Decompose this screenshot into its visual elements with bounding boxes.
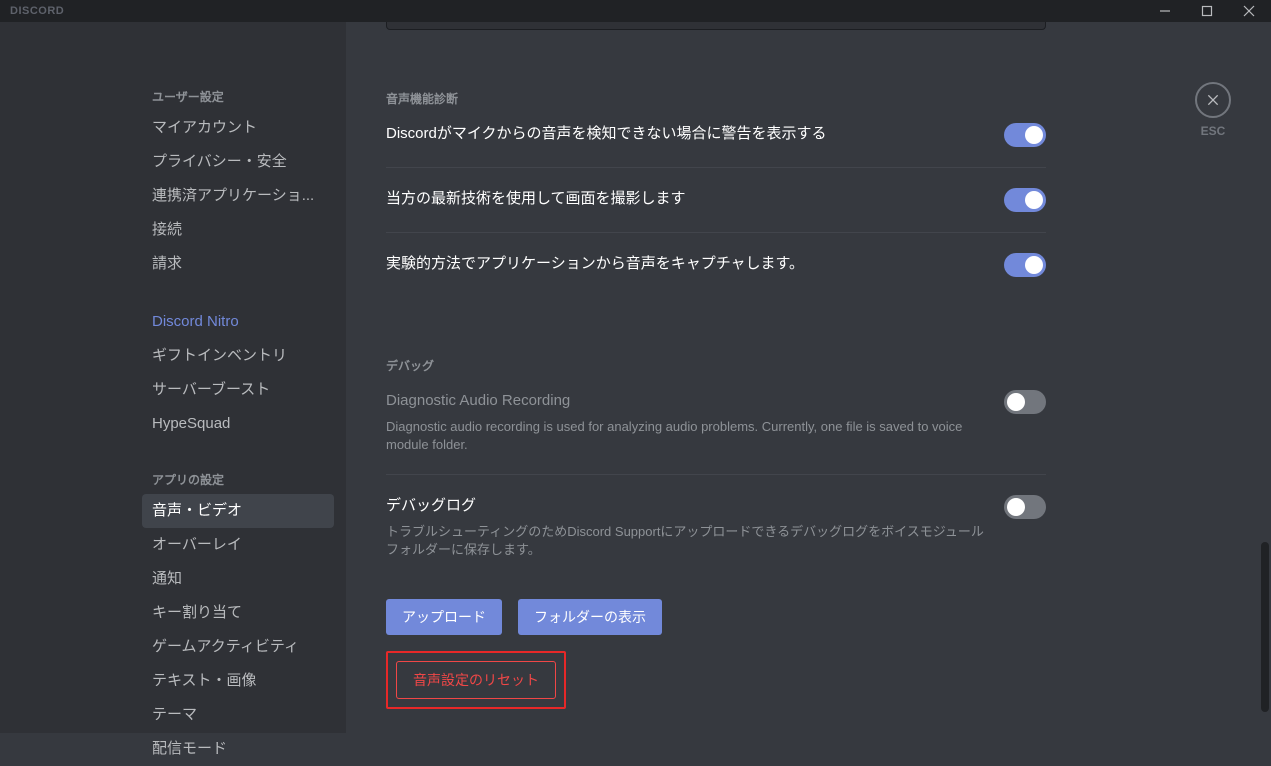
setting-title: Discordがマイクからの音声を検知できない場合に警告を表示する bbox=[386, 123, 984, 145]
setting-row-diagnostic-recording: Diagnostic Audio Recording Diagnostic au… bbox=[386, 390, 1046, 475]
partial-setting-box bbox=[386, 22, 1046, 30]
setting-row-experimental-audio: 実験的方法でアプリケーションから音声をキャプチャします。 bbox=[386, 253, 1046, 297]
sidebar-header-app: アプリの設定 bbox=[142, 465, 334, 494]
sidebar-item[interactable]: プライバシー・安全 bbox=[142, 145, 334, 179]
sidebar-item[interactable]: ギフトインベントリ bbox=[142, 339, 334, 373]
setting-description: トラブルシューティングのためDiscord Supportにアップロードできるデ… bbox=[386, 523, 984, 559]
window-titlebar: DISCORD bbox=[0, 0, 1271, 22]
sidebar-item[interactable]: テキスト・画像 bbox=[142, 664, 334, 698]
app-brand: DISCORD bbox=[10, 5, 64, 17]
setting-title: 当方の最新技術を使用して画面を撮影します bbox=[386, 188, 984, 210]
close-button[interactable] bbox=[1195, 82, 1231, 118]
sidebar-item[interactable]: マイアカウント bbox=[142, 111, 334, 145]
close-settings: ESC bbox=[1195, 82, 1231, 138]
setting-description: Diagnostic audio recording is used for a… bbox=[386, 418, 984, 454]
setting-row-mic-warning: Discordがマイクからの音声を検知できない場合に警告を表示する bbox=[386, 123, 1046, 168]
sidebar-item[interactable]: ゲームアクティビティ bbox=[142, 630, 334, 664]
reset-voice-settings-button[interactable]: 音声設定のリセット bbox=[396, 661, 556, 699]
sidebar-item[interactable]: 請求 bbox=[142, 247, 334, 281]
sidebar-item-nitro[interactable]: Discord Nitro bbox=[142, 305, 334, 339]
sidebar-item[interactable]: キー割り当て bbox=[142, 596, 334, 630]
section-header-diagnostics: 音声機能診断 bbox=[386, 90, 1046, 107]
sidebar-item[interactable]: 通知 bbox=[142, 562, 334, 596]
sidebar-header-user: ユーザー設定 bbox=[142, 82, 334, 111]
toggle-latest-tech-capture[interactable] bbox=[1004, 188, 1046, 212]
window-close-button[interactable] bbox=[1235, 0, 1263, 22]
window-controls bbox=[1151, 0, 1263, 22]
toggle-diagnostic-recording[interactable] bbox=[1004, 390, 1046, 414]
reset-highlight-box: 音声設定のリセット bbox=[386, 651, 566, 709]
sidebar-item[interactable]: HypeSquad bbox=[142, 407, 334, 441]
toggle-experimental-audio[interactable] bbox=[1004, 253, 1046, 277]
show-folder-button[interactable]: フォルダーの表示 bbox=[518, 599, 662, 635]
debug-buttons: アップロード フォルダーの表示 bbox=[386, 599, 1046, 635]
toggle-mic-warning[interactable] bbox=[1004, 123, 1046, 147]
settings-workspace: ユーザー設定 マイアカウントプライバシー・安全連携済アプリケーショ...接続請求… bbox=[0, 22, 1271, 733]
settings-content: 音声機能診断 Discordがマイクからの音声を検知できない場合に警告を表示する… bbox=[346, 22, 1271, 733]
toggle-debug-log[interactable] bbox=[1004, 495, 1046, 519]
sidebar-item[interactable]: 配信モード bbox=[142, 732, 334, 766]
sidebar-item[interactable]: 連携済アプリケーショ... bbox=[142, 179, 334, 213]
setting-row-latest-tech-capture: 当方の最新技術を使用して画面を撮影します bbox=[386, 188, 1046, 233]
section-header-debug: デバッグ bbox=[386, 357, 1046, 374]
sidebar-item[interactable]: サーバーブースト bbox=[142, 373, 334, 407]
setting-row-debug-log: デバッグログ トラブルシューティングのためDiscord Supportにアップ… bbox=[386, 495, 1046, 579]
setting-title: 実験的方法でアプリケーションから音声をキャプチャします。 bbox=[386, 253, 984, 275]
content-scrollbar[interactable] bbox=[1261, 22, 1269, 733]
window-maximize-button[interactable] bbox=[1193, 0, 1221, 22]
sidebar-item[interactable]: 接続 bbox=[142, 213, 334, 247]
upload-button[interactable]: アップロード bbox=[386, 599, 502, 635]
sidebar-item[interactable]: テーマ bbox=[142, 698, 334, 732]
sidebar-item[interactable]: オーバーレイ bbox=[142, 528, 334, 562]
settings-sidebar: ユーザー設定 マイアカウントプライバシー・安全連携済アプリケーショ...接続請求… bbox=[0, 22, 346, 733]
sidebar-item[interactable]: 音声・ビデオ bbox=[142, 494, 334, 528]
esc-label: ESC bbox=[1201, 124, 1226, 138]
setting-title: Diagnostic Audio Recording bbox=[386, 390, 984, 412]
window-minimize-button[interactable] bbox=[1151, 0, 1179, 22]
setting-title: デバッグログ bbox=[386, 495, 984, 517]
